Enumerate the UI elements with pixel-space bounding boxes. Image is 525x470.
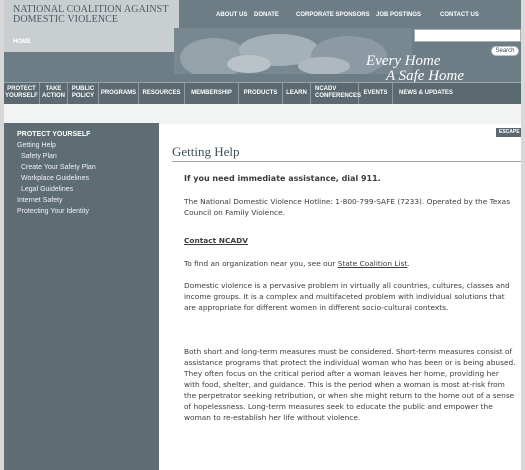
home-link[interactable]: HOME	[13, 39, 31, 45]
nav-programs-label: PROGRAMS	[100, 90, 137, 96]
nav-public-policy-label: PUBLIC POLICY	[71, 86, 95, 99]
topnav-donate[interactable]: DONATE	[254, 12, 279, 18]
nav-programs[interactable]: PROGRAMS	[99, 83, 139, 104]
search-input[interactable]	[414, 29, 521, 42]
nav-ncadv-conferences[interactable]: NCADV CONFERENCES	[311, 83, 362, 104]
sidebar: PROTECT YOURSELF Getting Help Safety Pla…	[4, 123, 159, 470]
nav-membership[interactable]: MEMBERSHIP	[185, 83, 239, 104]
topnav-contact-us[interactable]: CONTACT US	[440, 12, 479, 18]
paragraph-measures: Both short and long-term measures must b…	[184, 347, 516, 422]
hotline-text: The National Domestic Violence Hotline: …	[184, 197, 511, 217]
topnav-corporate-sponsors[interactable]: CORPORATE SPONSORS	[296, 12, 370, 18]
sidebar-item-protecting-identity[interactable]: Protecting Your Identity	[17, 208, 89, 215]
tagline-line-1: Every Home	[366, 53, 441, 69]
find-organization-prefix: To find an organization near you, see ou…	[184, 259, 338, 268]
nav-membership-label: MEMBERSHIP	[191, 90, 232, 96]
subheader-strip	[4, 104, 521, 124]
sidebar-item-legal-guidelines[interactable]: Legal Guidelines	[21, 186, 73, 193]
nav-protect-yourself-label: PROTECT YOURSELF	[5, 86, 38, 99]
topnav-about-us[interactable]: ABOUT US	[216, 12, 247, 18]
nav-products[interactable]: PRODUCTS	[239, 83, 283, 104]
main-content: Getting Help If you need immediate assis…	[159, 123, 521, 470]
topnav-job-postings[interactable]: JOB POSTINGS	[376, 12, 421, 18]
state-coalition-list-link[interactable]: State Coalition List	[338, 259, 408, 268]
site-logo-text[interactable]: National Coalition Against Domestic Viol…	[13, 5, 183, 25]
sidebar-item-getting-help[interactable]: Getting Help	[17, 142, 56, 149]
title-divider	[172, 161, 521, 162]
find-organization-text: To find an organization near you, see ou…	[184, 258, 516, 269]
nav-events[interactable]: EVENTS	[359, 83, 393, 104]
main-nav: PROTECT YOURSELF TAKE ACTION PUBLIC POLI…	[4, 82, 521, 104]
nav-resources-label: RESOURCES	[142, 90, 181, 96]
site-header: National Coalition Against Domestic Viol…	[4, 0, 521, 82]
page-title: Getting Help	[172, 144, 240, 159]
tagline-line-2: A Safe Home	[386, 68, 465, 83]
sidebar-item-internet-safety[interactable]: Internet Safety	[17, 197, 63, 204]
nav-learn-label: LEARN	[286, 90, 307, 96]
urgent-notice: If you need immediate assistance, dial 9…	[184, 174, 381, 183]
nav-take-action[interactable]: TAKE ACTION	[40, 83, 68, 104]
nav-resources[interactable]: RESOURCES	[139, 83, 185, 104]
paragraph-pervasive-problem: Domestic violence is a pervasive problem…	[184, 281, 510, 312]
sidebar-title: PROTECT YOURSELF	[17, 131, 91, 138]
nav-take-action-label: TAKE ACTION	[42, 86, 65, 99]
sidebar-item-create-safety-plan[interactable]: Create Your Safety Plan	[21, 164, 96, 171]
sidebar-item-workplace-guidelines[interactable]: Workplace Guidelines	[21, 175, 89, 182]
find-organization-suffix: .	[407, 259, 410, 268]
escape-button[interactable]: ESCAPE	[496, 128, 521, 137]
search-button[interactable]: Search	[491, 46, 519, 56]
nav-news-updates[interactable]: NEWS & UPDATES	[393, 83, 521, 104]
nav-ncadv-conferences-label: NCADV CONFERENCES	[315, 86, 362, 99]
nav-news-updates-label: NEWS & UPDATES	[399, 90, 453, 96]
nav-public-policy[interactable]: PUBLIC POLICY	[68, 83, 99, 104]
sidebar-item-safety-plan[interactable]: Safety Plan	[21, 153, 57, 160]
page: National Coalition Against Domestic Viol…	[4, 0, 521, 470]
nav-learn[interactable]: LEARN	[283, 83, 311, 104]
nav-protect-yourself[interactable]: PROTECT YOURSELF	[4, 83, 40, 104]
nav-products-label: PRODUCTS	[243, 90, 278, 96]
contact-ncadv-link[interactable]: Contact NCADV	[184, 235, 516, 246]
nav-events-label: EVENTS	[363, 90, 388, 96]
tagline: Every Home A Safe Home	[366, 53, 465, 83]
